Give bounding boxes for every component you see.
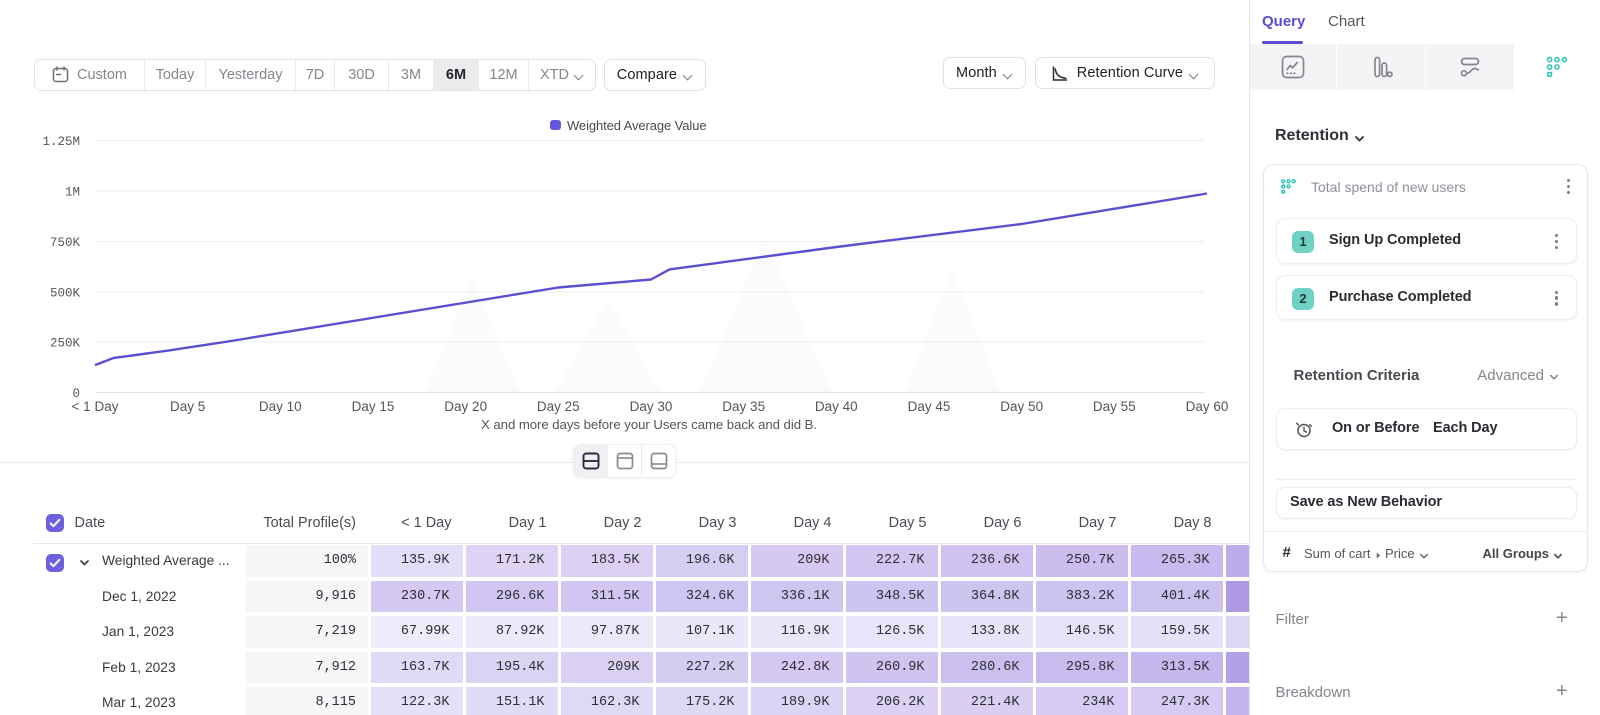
svg-text:1M: 1M [65, 186, 80, 200]
svg-text:250K: 250K [50, 337, 81, 351]
svg-text:500K: 500K [50, 287, 81, 301]
svg-text:750K: 750K [50, 236, 81, 250]
svg-text:1.25M: 1.25M [42, 135, 80, 149]
